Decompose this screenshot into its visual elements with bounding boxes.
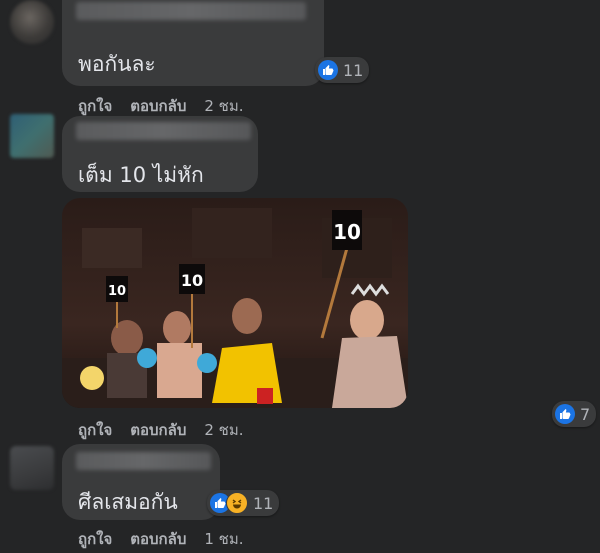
- reply-link[interactable]: ตอบกลับ: [130, 94, 186, 118]
- comment-text: ศีลเสมอกัน: [78, 490, 178, 514]
- timestamp[interactable]: 2 ชม.: [204, 418, 243, 442]
- like-icon: [318, 60, 338, 80]
- blurred-author-name[interactable]: [76, 2, 306, 20]
- timestamp[interactable]: 2 ชม.: [204, 94, 243, 118]
- score-sign-label: 10: [333, 220, 361, 244]
- reaction-count: 11: [343, 60, 364, 80]
- haha-icon: [226, 492, 248, 514]
- avatar[interactable]: [10, 446, 54, 490]
- reply-link[interactable]: ตอบกลับ: [130, 527, 186, 551]
- like-link[interactable]: ถูกใจ: [78, 527, 112, 551]
- comment-bubble: พอกันละ: [62, 0, 324, 86]
- comment-text: เต็ม 10 ไม่หัก: [78, 163, 204, 187]
- comment-text: พอกันละ: [78, 52, 156, 76]
- reply-link[interactable]: ตอบกลับ: [130, 418, 186, 442]
- attached-photo[interactable]: 10 10 10: [62, 198, 408, 408]
- like-icon: [555, 404, 575, 424]
- blurred-author-name[interactable]: [76, 452, 211, 470]
- reaction-summary[interactable]: 11: [315, 57, 370, 83]
- reaction-summary[interactable]: 11: [207, 490, 280, 516]
- reaction-count: 11: [253, 493, 274, 513]
- comment-actions: ถูกใจ ตอบกลับ 2 ชม.: [78, 94, 244, 118]
- comment-bubble: ศีลเสมอกัน: [62, 444, 220, 520]
- like-link[interactable]: ถูกใจ: [78, 94, 112, 118]
- score-sign-label: 10: [108, 284, 126, 299]
- avatar[interactable]: [10, 114, 54, 158]
- reaction-count: 7: [580, 404, 591, 424]
- avatar[interactable]: [10, 0, 54, 44]
- blurred-author-name[interactable]: [76, 122, 251, 140]
- reaction-summary[interactable]: 7: [552, 401, 597, 427]
- timestamp[interactable]: 1 ชม.: [204, 527, 243, 551]
- score-sign-label: 10: [181, 271, 203, 290]
- like-link[interactable]: ถูกใจ: [78, 418, 112, 442]
- comment-bubble: เต็ม 10 ไม่หัก: [62, 116, 258, 192]
- comment-actions: ถูกใจ ตอบกลับ 2 ชม.: [78, 418, 244, 442]
- comment-actions: ถูกใจ ตอบกลับ 1 ชม.: [78, 527, 244, 551]
